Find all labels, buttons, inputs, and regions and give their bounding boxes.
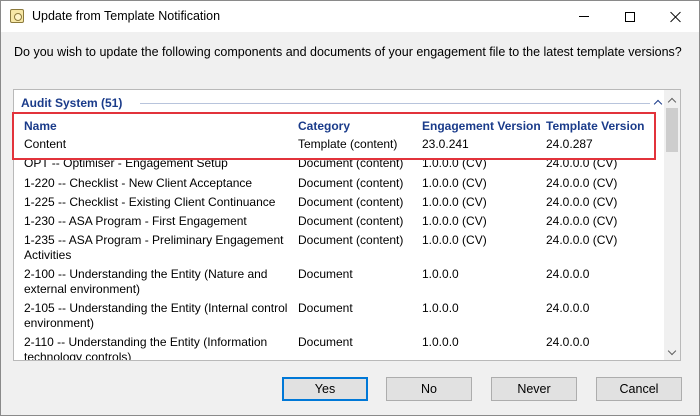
row-category: Document (content)	[298, 214, 404, 228]
row-category: Document	[298, 301, 353, 315]
row-name: 1-230 -- ASA Program - First Engagement	[24, 214, 247, 228]
row-engagement-version: 1.0.0.0 (CV)	[422, 195, 487, 209]
scroll-down-icon[interactable]	[664, 344, 680, 360]
close-icon	[670, 11, 682, 23]
app-icon	[10, 9, 24, 23]
close-button[interactable]	[653, 1, 699, 32]
minimize-button[interactable]	[561, 1, 607, 32]
row-template-version: 24.0.0.0 (CV)	[546, 233, 618, 247]
row-category: Document	[298, 267, 353, 281]
maximize-icon	[625, 11, 635, 22]
row-name: 1-220 -- Checklist - New Client Acceptan…	[24, 176, 253, 190]
row-template-version: 24.0.0.0	[546, 335, 590, 349]
no-button[interactable]: No	[386, 377, 472, 401]
row-engagement-version: 1.0.0.0	[422, 301, 459, 315]
row-template-version: 24.0.0.0 (CV)	[546, 176, 618, 190]
dialog-window: Update from Template Notification Do you…	[0, 0, 700, 416]
row-engagement-version: 1.0.0.0	[422, 335, 459, 349]
row-engagement-version: 1.0.0.0 (CV)	[422, 214, 487, 228]
row-name: 1-225 -- Checklist - Existing Client Con…	[24, 195, 276, 209]
row-template-version: 24.0.0.0	[546, 301, 590, 315]
minimize-icon	[579, 16, 589, 17]
row-category: Document (content)	[298, 233, 404, 247]
row-engagement-version: 1.0.0.0 (CV)	[422, 176, 487, 190]
row-name: 2-110 -- Understanding the Entity (Infor…	[24, 335, 268, 361]
row-template-version: 24.0.0.0	[546, 267, 590, 281]
row-name: 2-105 -- Understanding the Entity (Inter…	[24, 301, 288, 330]
row-category: Document (content)	[298, 195, 404, 209]
row-name: 1-235 -- ASA Program - Preliminary Engag…	[24, 233, 284, 262]
window-title: Update from Template Notification	[32, 9, 221, 23]
vertical-scrollbar[interactable]	[664, 90, 680, 360]
row-name: 2-100 -- Understanding the Entity (Natur…	[24, 267, 268, 296]
row-engagement-version: 1.0.0.0	[422, 267, 459, 281]
cancel-button[interactable]: Cancel	[596, 377, 682, 401]
highlight-box	[12, 112, 656, 160]
row-category: Document (content)	[298, 176, 404, 190]
maximize-button[interactable]	[607, 1, 653, 32]
yes-button[interactable]: Yes	[282, 377, 368, 401]
scrollbar-thumb[interactable]	[666, 108, 678, 152]
never-button[interactable]: Never	[491, 377, 577, 401]
row-template-version: 24.0.0.0 (CV)	[546, 195, 618, 209]
row-category: Document	[298, 335, 353, 349]
row-template-version: 24.0.0.0 (CV)	[546, 214, 618, 228]
scroll-up-icon[interactable]	[664, 92, 680, 108]
title-bar[interactable]: Update from Template Notification	[1, 1, 699, 32]
question-text: Do you wish to update the following comp…	[14, 45, 682, 59]
row-engagement-version: 1.0.0.0 (CV)	[422, 233, 487, 247]
